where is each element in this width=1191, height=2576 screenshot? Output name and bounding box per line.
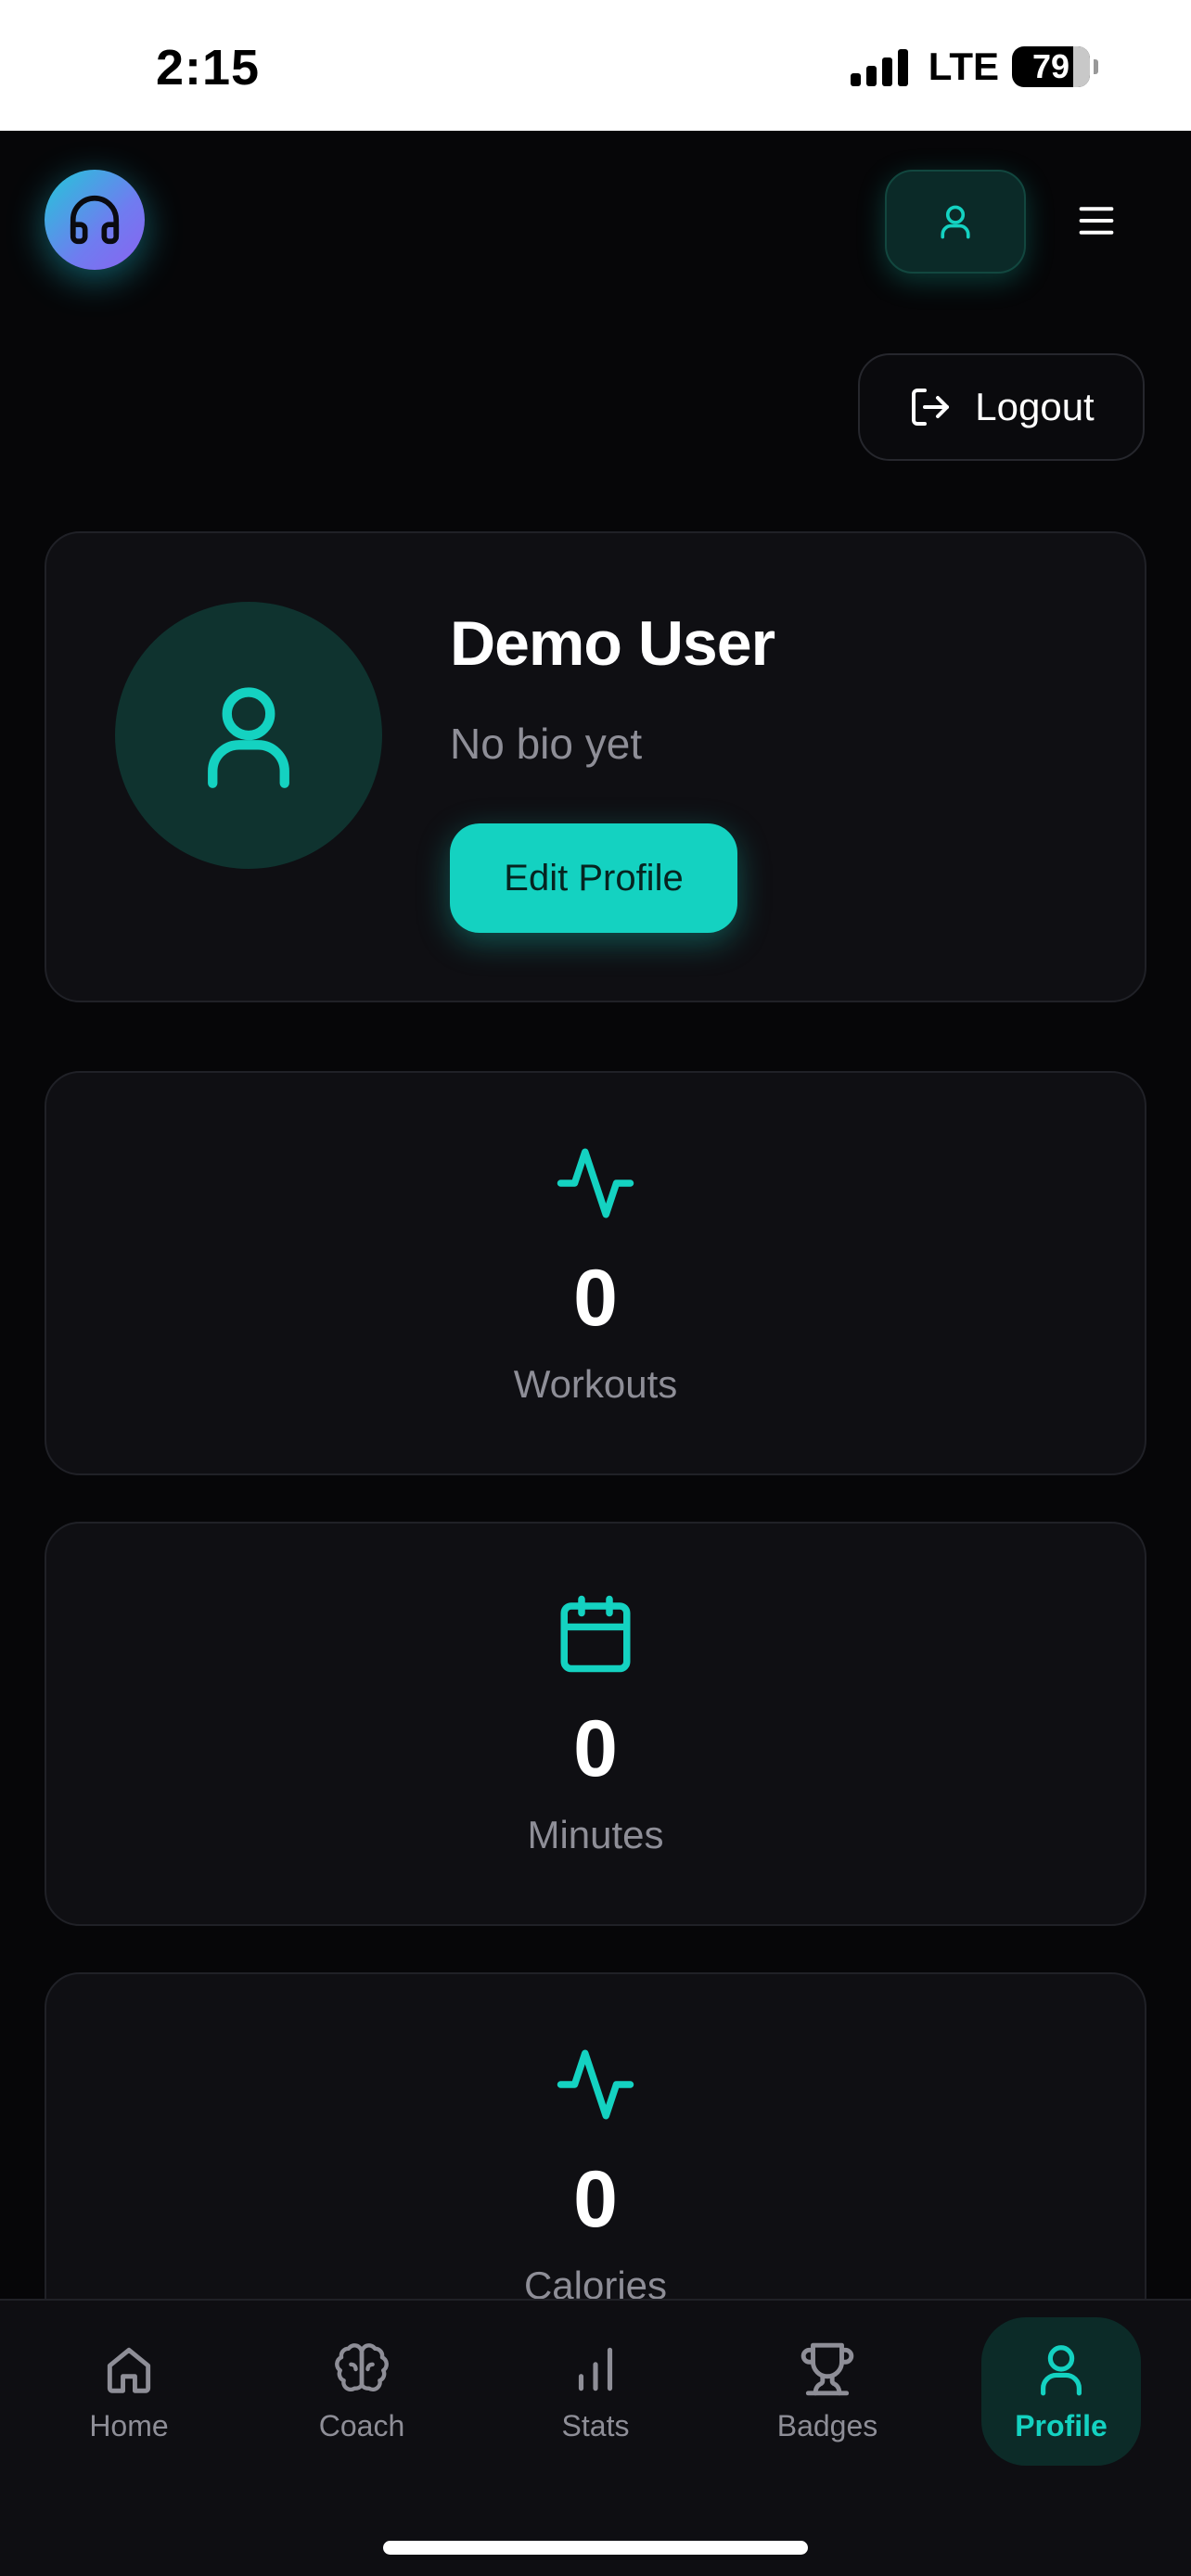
home-icon: [107, 2347, 151, 2393]
bar-chart-icon: [578, 2347, 613, 2391]
stat-value: 0: [573, 2155, 618, 2244]
bottom-nav: Home Coach Stats Badges Profile: [0, 2299, 1191, 2576]
activity-icon: [557, 2049, 634, 2120]
profile-nav-button[interactable]: [885, 170, 1026, 274]
logout-icon: [912, 389, 950, 426]
battery-level: 79: [1031, 47, 1070, 85]
profile-card: Demo User No bio yet Edit Profile: [45, 531, 1146, 1002]
user-icon: [208, 687, 289, 788]
menu-button[interactable]: [1067, 195, 1126, 247]
headphones-icon: [70, 195, 120, 245]
nav-label: Home: [89, 2408, 169, 2442]
nav-item-coach[interactable]: Coach: [283, 2317, 441, 2466]
hamburger-menu-icon: [1079, 207, 1114, 235]
logout-label: Logout: [975, 385, 1095, 428]
battery-icon: 79: [1012, 46, 1090, 87]
status-time: 2:15: [156, 40, 261, 96]
nav-item-stats[interactable]: Stats: [517, 2317, 674, 2466]
logout-button[interactable]: Logout: [858, 353, 1145, 461]
trophy-icon: [800, 2342, 854, 2395]
calendar-icon: [560, 1595, 631, 1673]
stat-value: 0: [573, 1704, 618, 1793]
battery-tip: [1094, 59, 1098, 74]
app-logo[interactable]: [45, 170, 145, 270]
activity-icon: [557, 1148, 634, 1218]
edit-profile-button[interactable]: Edit Profile: [450, 823, 737, 933]
nav-label: Badges: [776, 2408, 878, 2442]
home-indicator[interactable]: [383, 2541, 808, 2555]
user-icon: [1041, 2344, 1082, 2395]
stat-value: 0: [573, 1254, 618, 1343]
status-indicators: LTE 79: [850, 45, 1098, 89]
brain-icon: [335, 2342, 389, 2391]
stat-label: Workouts: [513, 1362, 678, 1406]
stat-card-workouts: 0 Workouts: [45, 1071, 1146, 1475]
status-bar: 2:15 LTE 79: [0, 0, 1191, 131]
stat-card-minutes: 0 Minutes: [45, 1522, 1146, 1926]
avatar: [115, 602, 382, 869]
nav-label: Stats: [561, 2408, 630, 2442]
user-icon: [941, 205, 970, 239]
stat-label: Minutes: [527, 1813, 664, 1856]
signal-strength-icon: [850, 47, 908, 86]
nav-label: Coach: [318, 2408, 405, 2442]
nav-label: Profile: [1015, 2408, 1108, 2442]
nav-item-profile[interactable]: Profile: [981, 2317, 1141, 2466]
nav-item-badges[interactable]: Badges: [749, 2317, 906, 2466]
user-bio: No bio yet: [450, 720, 643, 768]
user-name: Demo User: [450, 608, 775, 679]
network-type: LTE: [928, 45, 999, 88]
nav-item-home[interactable]: Home: [50, 2317, 208, 2466]
